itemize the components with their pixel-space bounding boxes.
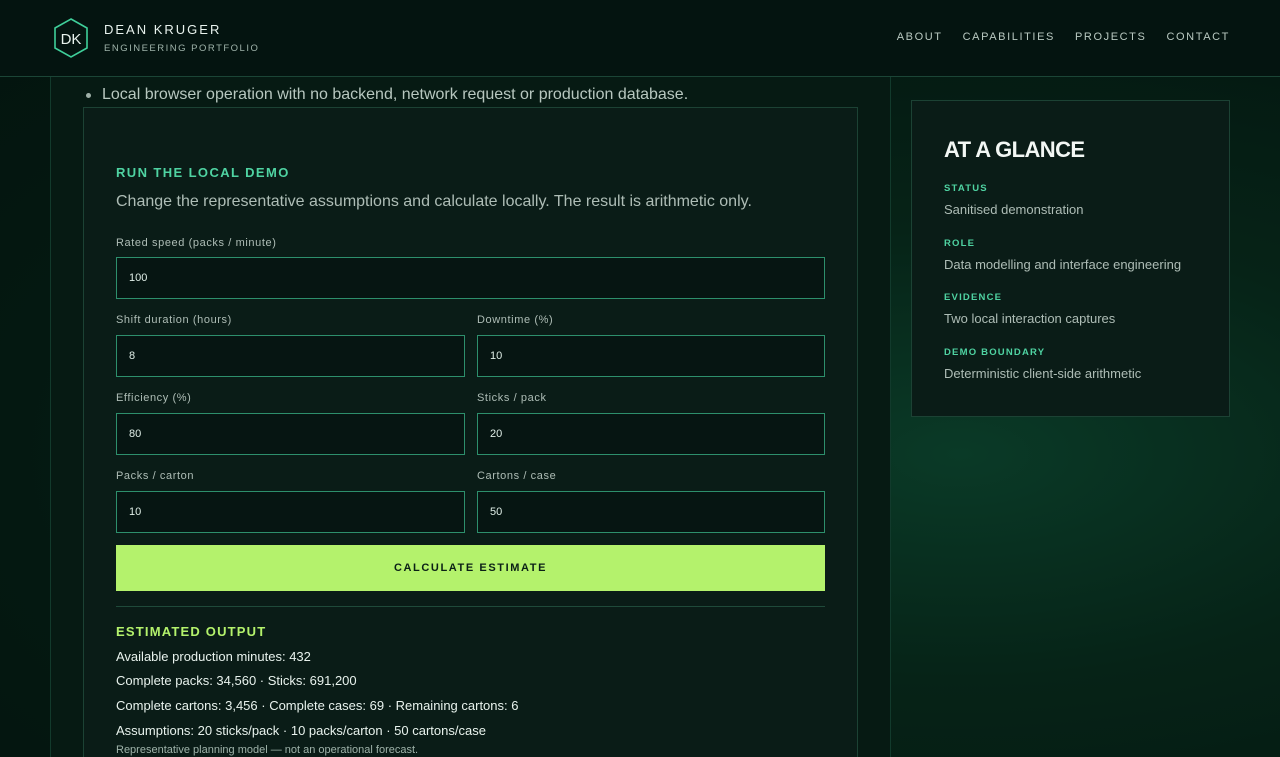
glance-boundary-label: DEMO BOUNDARY <box>944 347 1046 358</box>
calculate-estimate-button[interactable]: CALCULATE ESTIMATE <box>116 545 825 591</box>
bullet-dot <box>86 92 91 98</box>
cartons-per-case-label: Cartons / case <box>477 470 557 482</box>
glance-title: AT A GLANCE <box>944 137 1085 162</box>
dk-logo-icon[interactable]: DK <box>53 17 89 59</box>
glance-evidence-value: Two local interaction captures <box>944 311 1116 326</box>
packs-per-carton-input[interactable] <box>116 491 465 533</box>
site-header: DK DEAN KRUGER ENGINEERING PORTFOLIO ABO… <box>0 0 1280 77</box>
output-note: Representative planning model — not an o… <box>116 744 419 756</box>
nav-capabilities[interactable]: CAPABILITIES <box>963 31 1055 43</box>
nav-projects[interactable]: PROJECTS <box>1075 31 1146 43</box>
demo-eyebrow: RUN THE LOCAL DEMO <box>116 165 290 180</box>
shift-duration-label: Shift duration (hours) <box>116 314 232 326</box>
glance-status-value: Sanitised demonstration <box>944 202 1084 217</box>
rated-speed-input[interactable] <box>116 257 825 299</box>
glance-status-label: STATUS <box>944 183 988 194</box>
main-nav: ABOUT CAPABILITIES PROJECTS CONTACT <box>897 31 1230 43</box>
demo-intro: Change the representative assumptions an… <box>116 193 752 210</box>
output-line: Assumptions: 20 sticks/pack · 10 packs/c… <box>116 723 486 738</box>
nav-about[interactable]: ABOUT <box>897 31 943 43</box>
sticks-per-pack-input[interactable] <box>477 413 825 455</box>
efficiency-input[interactable] <box>116 413 465 455</box>
nav-contact[interactable]: CONTACT <box>1166 31 1230 43</box>
bullet-item: Local browser operation with no backend,… <box>86 86 688 104</box>
downtime-input[interactable] <box>477 335 825 377</box>
output-title: ESTIMATED OUTPUT <box>116 624 267 639</box>
logo-text: DK <box>61 31 82 48</box>
glance-role-label: ROLE <box>944 238 976 249</box>
glance-card: AT A GLANCE STATUS Sanitised demonstrati… <box>911 100 1230 417</box>
glance-evidence-label: EVIDENCE <box>944 292 1003 303</box>
packs-per-carton-label: Packs / carton <box>116 470 195 482</box>
brand-subtitle: ENGINEERING PORTFOLIO <box>104 43 260 54</box>
rated-speed-label: Rated speed (packs / minute) <box>116 237 277 249</box>
divider <box>116 606 825 607</box>
efficiency-label: Efficiency (%) <box>116 392 192 404</box>
sticks-per-pack-label: Sticks / pack <box>477 392 547 404</box>
cartons-per-case-input[interactable] <box>477 491 825 533</box>
downtime-label: Downtime (%) <box>477 314 554 326</box>
glance-boundary-value: Deterministic client-side arithmetic <box>944 366 1142 381</box>
brand-name[interactable]: DEAN KRUGER <box>104 22 221 37</box>
glance-role-value: Data modelling and interface engineering <box>944 257 1182 272</box>
output-line: Available production minutes: 432 <box>116 649 311 664</box>
demo-card: RUN THE LOCAL DEMO Change the representa… <box>83 107 858 757</box>
shift-duration-input[interactable] <box>116 335 465 377</box>
output-line: Complete packs: 34,560 · Sticks: 691,200 <box>116 673 357 688</box>
bullet-text: Local browser operation with no backend,… <box>102 86 689 103</box>
output-line: Complete cartons: 3,456 · Complete cases… <box>116 698 519 713</box>
